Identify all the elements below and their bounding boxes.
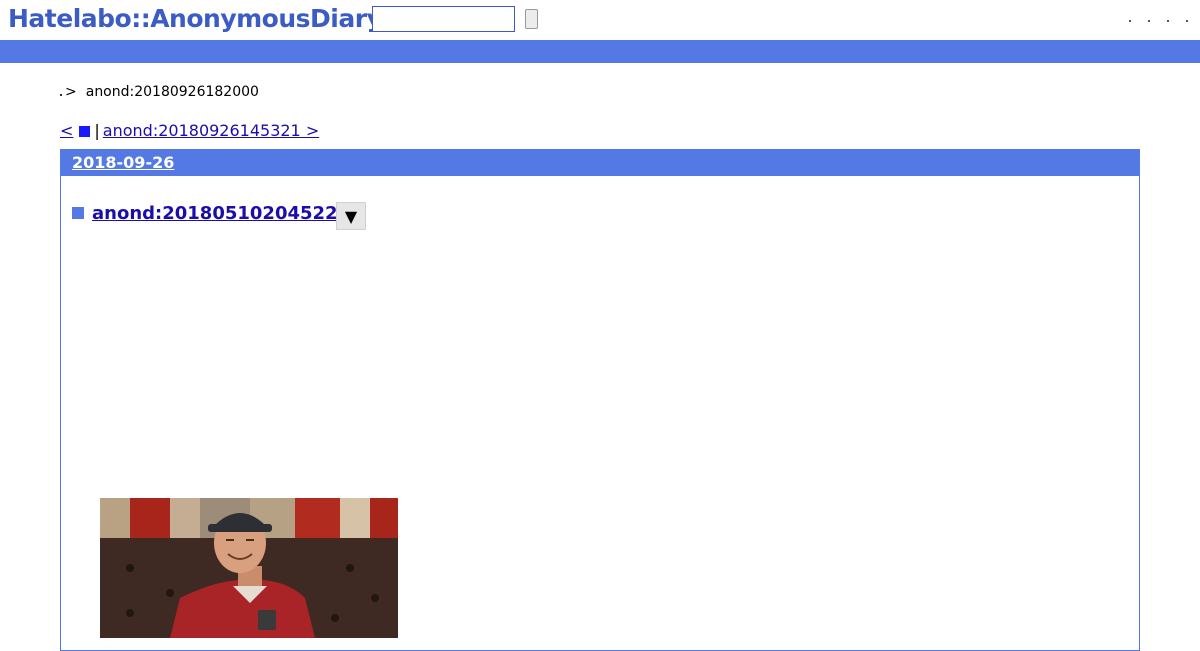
entry-square-icon [72, 207, 84, 219]
day-section: 2018-09-26 anond:20180510204522 ▼ [60, 149, 1140, 651]
entry-title: anond:20180510204522 [72, 203, 338, 224]
breadcrumb-separator: > [65, 84, 77, 100]
day-date-link[interactable]: 2018-09-26 [72, 153, 174, 172]
breadcrumb: > anond:20180926182000 [60, 84, 259, 100]
pager: < | anond:20180926145321 > [60, 121, 319, 140]
day-header: 2018-09-26 [61, 150, 1139, 176]
header-link-4[interactable] [1186, 20, 1188, 22]
search-input[interactable] [372, 6, 515, 32]
site-nav-bar [0, 40, 1200, 63]
breadcrumb-home-link[interactable] [60, 94, 62, 96]
header-link-1[interactable] [1129, 20, 1131, 22]
site-logo[interactable]: Hatelabo::AnonymousDiary [8, 4, 383, 33]
prev-entry-label: < [60, 121, 74, 140]
entry-menu-button[interactable]: ▼ [336, 202, 366, 230]
next-entry-link[interactable]: anond:20180926145321 > [103, 121, 319, 140]
prev-entry-link[interactable]: < [60, 121, 91, 140]
pager-divider: | [94, 121, 100, 140]
entry-title-link[interactable]: anond:20180510204522 [92, 203, 338, 224]
search-button[interactable] [525, 9, 538, 29]
entry-photo [100, 498, 398, 638]
site-header: Hatelabo::AnonymousDiary [0, 0, 1200, 40]
header-link-3[interactable] [1167, 20, 1169, 22]
entry-photo-image [100, 498, 398, 638]
breadcrumb-current: anond:20180926182000 [85, 84, 259, 100]
header-menu [1129, 20, 1188, 22]
header-link-2[interactable] [1148, 20, 1150, 22]
prev-entry-icon [79, 126, 91, 137]
